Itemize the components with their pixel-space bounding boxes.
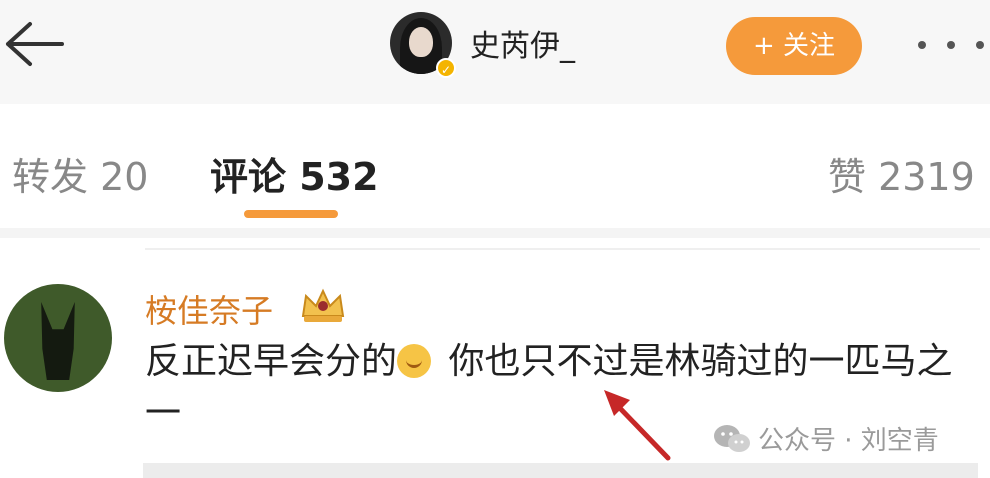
- thinking-emoji-icon: [397, 344, 432, 378]
- profile-username[interactable]: 史芮伊_: [470, 21, 575, 65]
- section-divider: [0, 228, 990, 238]
- comment-text-part1: 反正迟早会分的: [145, 341, 398, 382]
- post-tabs: 转发 20 评论 532 赞 2319: [0, 104, 990, 224]
- verified-badge-icon: ✓: [436, 58, 456, 78]
- top-navbar: 史芮伊_ ✓ + 关注: [0, 0, 990, 105]
- tab-comments[interactable]: 评论 532: [210, 146, 379, 201]
- watermark-text: 公众号 · 刘空青: [758, 426, 939, 456]
- wechat-icon: [714, 424, 750, 452]
- watermark: 公众号 · 刘空青: [712, 420, 939, 457]
- follow-button[interactable]: + 关注: [726, 17, 862, 75]
- active-tab-indicator: [244, 210, 338, 218]
- commenter-avatar[interactable]: [4, 284, 112, 392]
- commenter-username[interactable]: 桉佳奈子: [145, 286, 273, 332]
- tab-reposts[interactable]: 转发 20: [12, 146, 148, 201]
- avatar-silhouette: [41, 302, 75, 380]
- annotation-arrow-icon: [604, 390, 671, 461]
- crown-badge-icon: [301, 288, 345, 322]
- back-arrow-icon[interactable]: [0, 14, 70, 74]
- avatar-face: [409, 27, 433, 57]
- profile-header[interactable]: 史芮伊_: [390, 12, 575, 74]
- next-comment-placeholder: [143, 463, 978, 478]
- tab-likes[interactable]: 赞 2319: [828, 146, 975, 201]
- more-options-icon[interactable]: [918, 30, 984, 60]
